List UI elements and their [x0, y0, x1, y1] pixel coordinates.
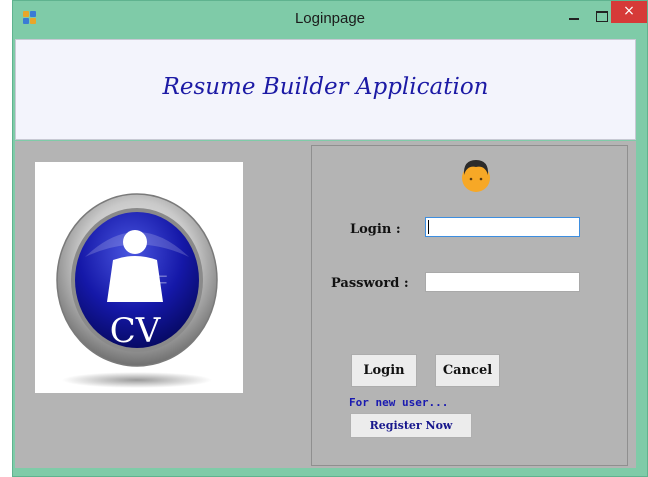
- close-icon[interactable]: ×: [611, 1, 647, 23]
- cv-logo-text: CV: [110, 311, 162, 351]
- cv-logo-icon: CV 123RF: [56, 193, 218, 388]
- app-title: Resume Builder Application: [162, 74, 489, 100]
- app-header: Resume Builder Application: [15, 39, 636, 140]
- title-bar[interactable]: Loginpage ×: [13, 1, 647, 39]
- minimize-icon[interactable]: [561, 3, 587, 31]
- login-window: Loginpage × Resume Builder Application C…: [12, 0, 648, 477]
- cv-logo-image: CV 123RF: [35, 162, 243, 393]
- watermark-text: 123RF: [110, 273, 167, 294]
- password-input[interactable]: [425, 272, 580, 292]
- login-panel: Login : Password : Login Cancel For new …: [311, 145, 628, 466]
- user-avatar-icon: [462, 160, 490, 192]
- text-caret: [428, 220, 429, 234]
- register-now-button[interactable]: Register Now: [350, 413, 472, 438]
- cancel-button[interactable]: Cancel: [435, 354, 500, 387]
- login-label: Login :: [350, 222, 401, 237]
- password-label: Password :: [331, 276, 409, 291]
- new-user-text: For new user...: [349, 396, 449, 409]
- login-input[interactable]: [425, 217, 580, 237]
- login-button[interactable]: Login: [351, 354, 417, 387]
- window-title: Loginpage: [294, 10, 366, 27]
- content-area: CV 123RF Login : Password : Login Cancel…: [15, 141, 636, 468]
